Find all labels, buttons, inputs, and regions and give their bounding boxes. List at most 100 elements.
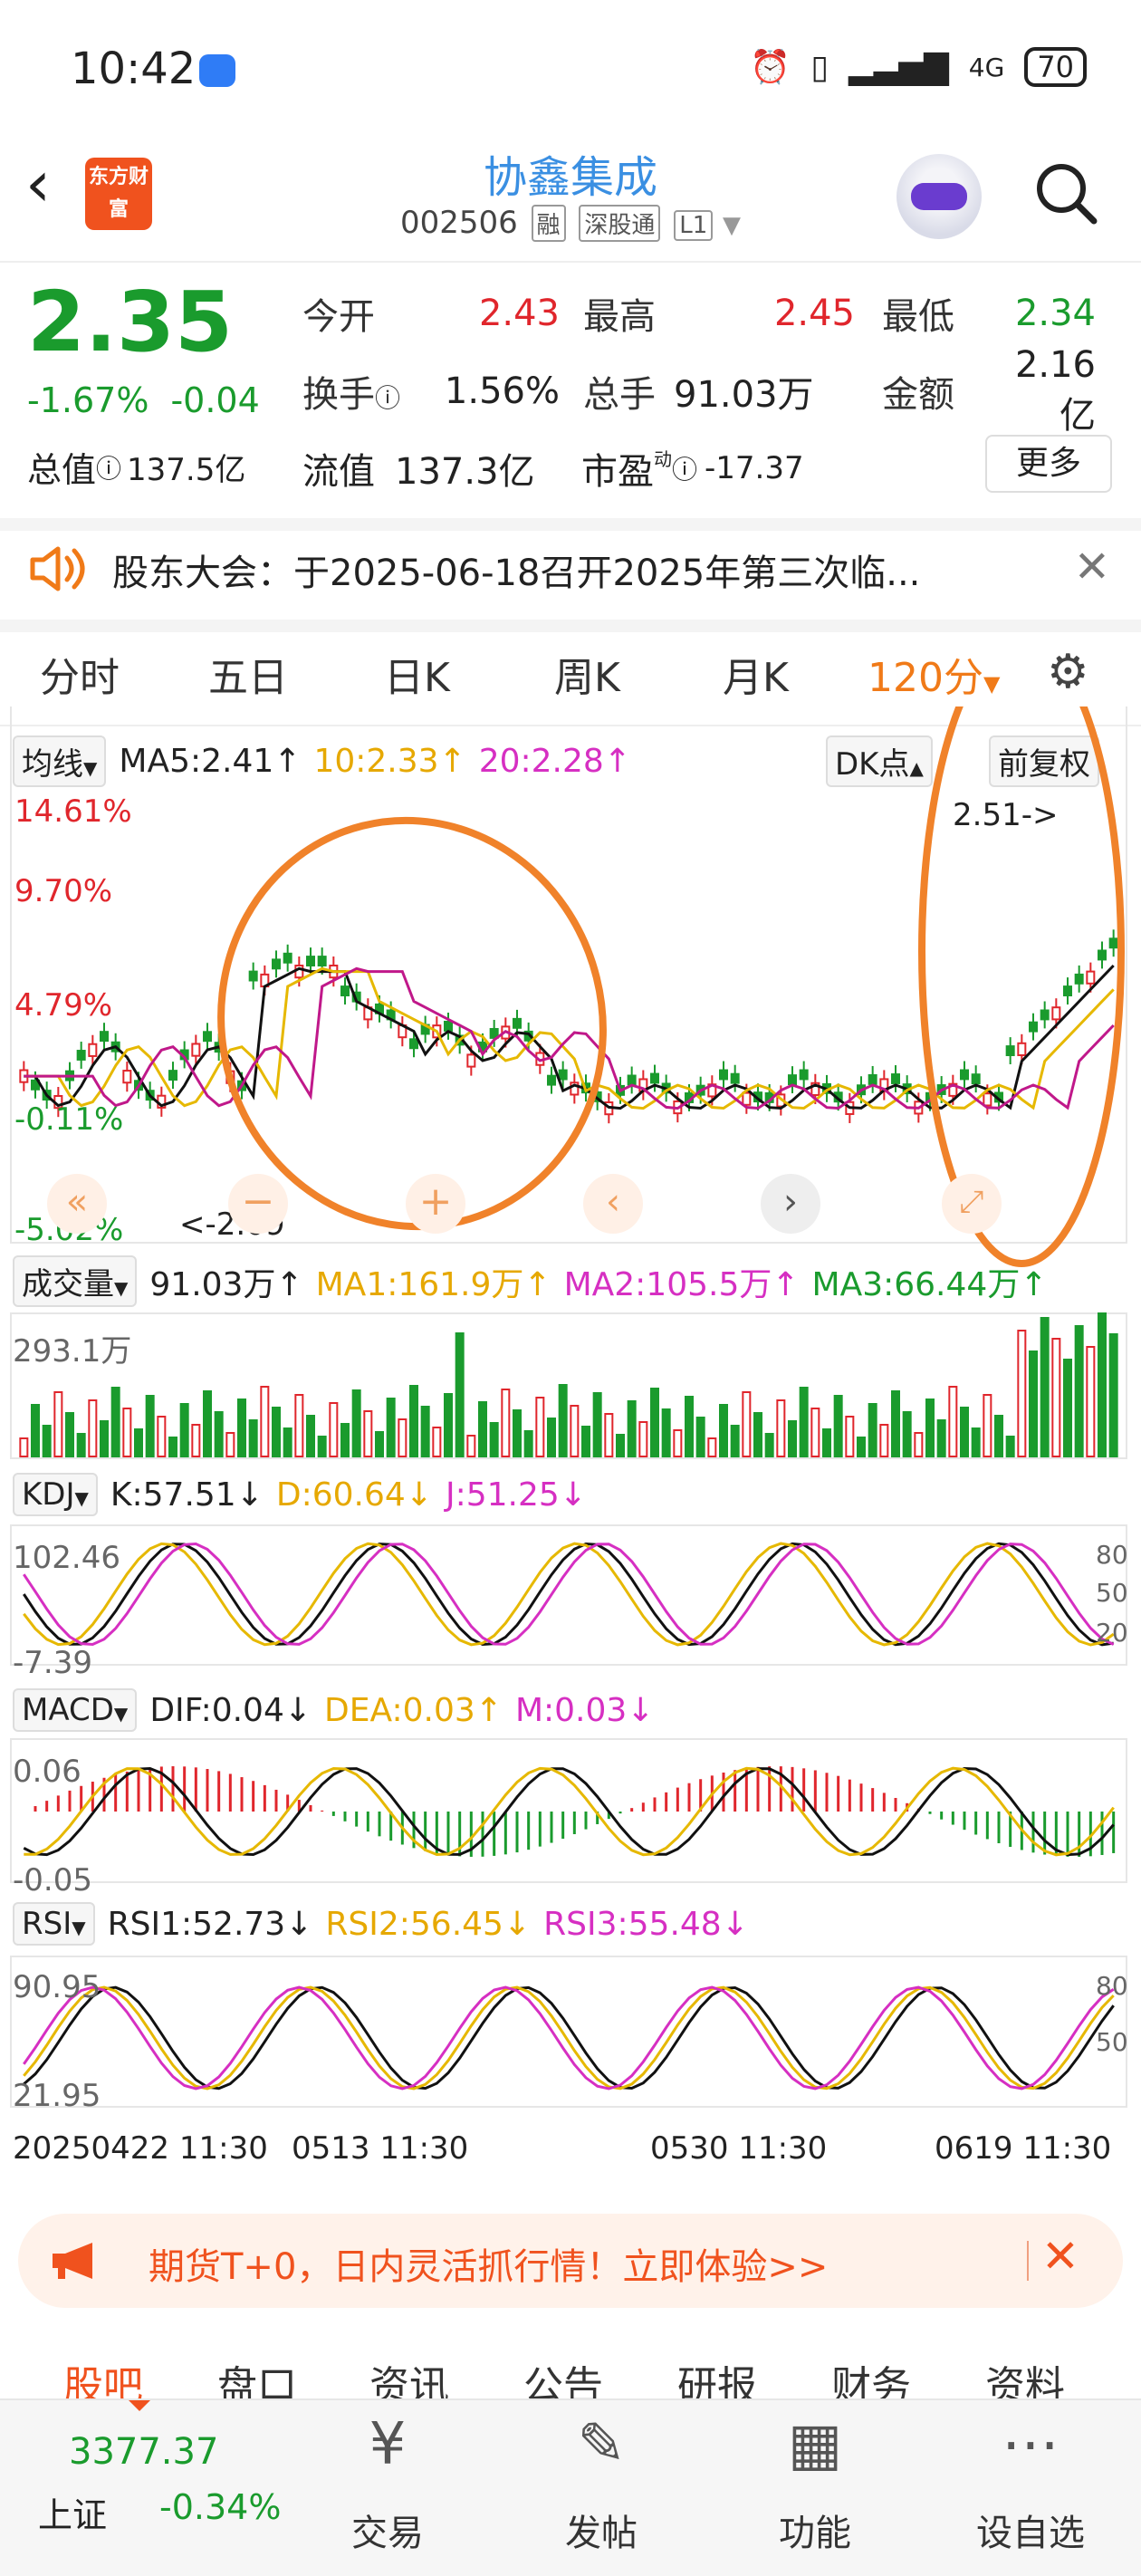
volume-bar [592,1392,602,1457]
volume-bar [351,1389,361,1457]
volume-bar [409,1385,418,1457]
close-icon[interactable]: ✕ [1074,542,1110,592]
volume-bar [627,1400,637,1457]
candle [960,1069,969,1081]
zoom-in-button[interactable]: + [406,1174,465,1234]
panel-frame [10,706,1127,1244]
candle [1040,1009,1050,1021]
info-icon[interactable]: ⓘ [672,450,697,486]
promo-text[interactable]: 期货T+0，日内灵活抓行情！立即体验>> [149,2237,828,2290]
volume-bar [523,1430,533,1457]
volume-bar [272,1407,281,1457]
amount-label: 金额 [882,374,954,416]
kline-y-label-top: 14.61% [14,793,132,830]
volume-bar [810,1408,820,1457]
close-icon[interactable]: ✕ [1041,2230,1079,2283]
rsi2-line [23,1985,1115,2091]
open-value: 2.43 [478,293,560,334]
tab-120min[interactable]: 120分▼ [868,645,1000,703]
candle [1051,1006,1061,1021]
scroll-right-button[interactable]: › [761,1174,820,1234]
index-value[interactable]: 3377.37 [69,2431,218,2473]
pe-sup: 动 [654,447,672,470]
volume-bar [948,1386,958,1457]
nav-functions[interactable]: 功能 [743,2504,887,2556]
tab-weekly-k[interactable]: 周K [554,645,620,703]
scroll-left-fast-button[interactable]: « [47,1174,107,1234]
battery-icon: 70 [1024,47,1087,87]
volume-bar [214,1411,224,1457]
volume-bar [1086,1346,1096,1457]
volume-bar [857,1437,866,1457]
turnover-value: 1.56% [444,370,560,412]
notice-text[interactable]: 股东大会：于2025-06-18召开2025年第三次临... [112,543,920,596]
volume-bar [317,1436,327,1457]
alarm-icon: ⏰ [750,49,791,86]
candle [547,1074,556,1086]
candle [1005,1045,1015,1057]
edit-icon[interactable]: ✎ [529,2411,674,2478]
candle [272,958,281,970]
volume-bar [879,1424,889,1457]
tag-level[interactable]: L1 [674,210,714,241]
volume-y-max: 293.1万 [13,1333,132,1370]
kline-y-label-2: 9.70% [14,873,113,909]
nav-post[interactable]: 发帖 [529,2504,674,2556]
status-icons: ⏰ ▯ ▂▃▅▇ 4G 70 [750,47,1087,87]
volume-bar [134,1428,143,1457]
volume-bar [1098,1312,1107,1457]
kdj-level-80: 80 [1096,1540,1128,1570]
volume-bar [100,1420,109,1457]
candle [466,1053,476,1068]
index-change[interactable]: -0.34% [159,2487,281,2527]
more-button[interactable]: 更多 [985,435,1112,493]
change-pct: -1.67% [27,380,149,420]
yen-icon[interactable]: ¥ [315,2411,460,2478]
open-label: 今开 [302,296,375,338]
volume-bar [776,1399,786,1457]
volume-bar [1051,1338,1061,1457]
candle [122,1070,132,1084]
volume-bar [833,1395,843,1457]
volume-value: 91.03万 [674,374,814,416]
zoom-out-button[interactable]: − [228,1174,288,1234]
volume-bar [730,1425,740,1457]
tab-five-day[interactable]: 五日 [208,645,288,703]
kdj-y-top: 102.46 [13,1540,120,1576]
kline-chart[interactable] [0,706,1141,2192]
volume-bar [478,1401,487,1457]
tab-monthly-k[interactable]: 月K [723,645,789,703]
volume-bar [845,1416,855,1457]
nav-trade[interactable]: 交易 [315,2504,460,2556]
gear-icon[interactable]: ⚙ [1047,645,1089,699]
volume-bar [237,1399,246,1457]
candle [1063,985,1072,997]
info-icon[interactable]: ⓘ [375,383,400,413]
nav-add-watchlist[interactable]: 设自选 [958,2504,1103,2556]
tab-daily-k[interactable]: 日K [384,645,450,703]
grid-icon[interactable]: ▦ [743,2411,887,2478]
index-name[interactable]: 上证 [38,2487,107,2537]
volume-bar [719,1404,728,1457]
status-clock: 10:42 [71,43,197,94]
more-icon[interactable]: ⋯ [958,2411,1103,2478]
kdj-level-50: 50 [1096,1578,1128,1608]
volume-bar [294,1394,304,1457]
scroll-left-button[interactable]: ‹ [583,1174,643,1234]
volume-bar [685,1396,694,1457]
tab-intraday[interactable]: 分时 [40,645,120,703]
volume-bar [329,1402,339,1457]
vibrate-icon: ▯ [810,48,829,86]
candle [283,952,292,964]
fullscreen-button[interactable]: ⤢ [942,1174,1002,1234]
candle [513,1017,522,1029]
candle [306,956,315,967]
volume-bar [604,1413,614,1457]
volume-bar [570,1405,580,1457]
candle [742,1091,752,1106]
search-icon[interactable] [1032,159,1099,226]
info-icon[interactable]: ⓘ [96,449,121,485]
app-notification-icon [199,54,235,87]
chevron-down-icon[interactable]: ▼ [723,212,741,239]
volume-bar [76,1433,86,1457]
